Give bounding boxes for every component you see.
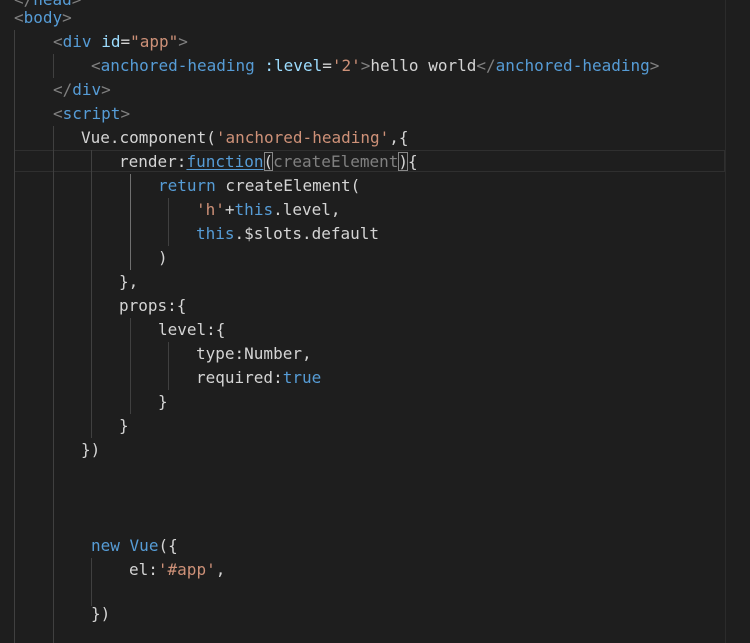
code-line[interactable]: 'h'+this.level, xyxy=(196,198,341,222)
indent-guide xyxy=(168,342,169,390)
code-line[interactable]: <anchored-heading :level='2'>hello world… xyxy=(91,54,659,78)
code-token: body xyxy=(23,8,63,27)
code-token: level:{ xyxy=(158,320,226,339)
code-token: Vue xyxy=(129,536,159,555)
code-token: render: xyxy=(119,152,187,171)
code-line[interactable]: }) xyxy=(91,602,110,626)
code-token: anchored-heading xyxy=(495,56,650,75)
code-token: </ xyxy=(53,80,73,99)
code-token: ( xyxy=(263,152,274,171)
code-token: '#app' xyxy=(157,560,216,579)
code-line[interactable]: }) xyxy=(81,438,100,462)
code-token: }, xyxy=(119,272,139,291)
code-token: > xyxy=(360,56,371,75)
code-line[interactable]: render:function(createElement){ xyxy=(119,150,418,174)
code-token: required: xyxy=(196,368,283,387)
code-token: return xyxy=(158,176,216,195)
code-line[interactable]: } xyxy=(119,414,129,438)
code-line[interactable]: ) xyxy=(158,246,168,270)
code-token: } xyxy=(119,416,129,435)
code-token: > xyxy=(62,8,72,27)
code-token: div xyxy=(62,32,92,51)
code-token: createElement( xyxy=(215,176,361,195)
code-token: 'anchored-heading' xyxy=(215,128,390,147)
code-token: }) xyxy=(81,440,101,459)
indent-guide xyxy=(53,126,54,643)
code-token: script xyxy=(62,104,121,123)
code-token: } xyxy=(158,392,168,411)
code-line[interactable]: </div> xyxy=(53,78,111,102)
code-line[interactable]: <div id="app"> xyxy=(53,30,188,54)
code-token: Vue.component( xyxy=(81,128,216,147)
code-line[interactable]: required:true xyxy=(196,366,321,390)
code-token: new xyxy=(91,536,120,555)
code-token: ) xyxy=(398,152,409,171)
code-token: 'h' xyxy=(196,200,225,219)
code-token: hello world xyxy=(370,56,477,75)
code-token: createElement xyxy=(273,152,399,171)
code-line[interactable]: <script> xyxy=(53,102,130,126)
code-token: < xyxy=(53,32,63,51)
code-token: :level xyxy=(264,56,323,75)
code-editor[interactable]: </head> <body> <div id="app"> <anchored-… xyxy=(0,0,750,643)
code-token: }) xyxy=(91,604,111,623)
editor-right-border xyxy=(725,0,726,643)
indent-guide xyxy=(53,54,54,78)
code-token: < xyxy=(91,56,101,75)
code-line[interactable]: props:{ xyxy=(119,294,186,318)
code-line[interactable]: new Vue({ xyxy=(91,534,178,558)
code-token: , xyxy=(215,560,226,579)
code-token: < xyxy=(53,104,63,123)
code-line[interactable]: <body> xyxy=(14,6,72,30)
code-token: ({ xyxy=(158,536,178,555)
code-line[interactable]: Vue.component('anchored-heading',{ xyxy=(81,126,409,150)
code-token: > xyxy=(120,104,131,123)
code-line[interactable]: type:Number, xyxy=(196,342,312,366)
code-token: function xyxy=(186,152,264,171)
code-token: '2' xyxy=(331,56,361,75)
code-token: "app" xyxy=(130,32,179,51)
code-token: = xyxy=(120,32,131,51)
code-token: + xyxy=(224,200,235,219)
code-token: div xyxy=(72,80,102,99)
code-token: > xyxy=(72,0,82,9)
indent-guide xyxy=(91,558,92,582)
code-token: .level, xyxy=(273,200,341,219)
code-token: ) xyxy=(158,248,168,267)
code-line[interactable]: return createElement( xyxy=(158,174,360,198)
code-token: < xyxy=(14,8,24,27)
code-line[interactable]: }, xyxy=(119,270,138,294)
code-token: > xyxy=(649,56,660,75)
code-line[interactable]: } xyxy=(158,390,168,414)
code-token: anchored-heading xyxy=(100,56,255,75)
code-token: .$slots.default xyxy=(234,224,380,243)
code-token: > xyxy=(178,32,188,51)
indent-guide xyxy=(91,150,92,438)
code-token: this xyxy=(196,224,235,243)
indent-guide-active xyxy=(130,174,131,270)
indent-guide xyxy=(130,318,131,414)
code-line[interactable]: this.$slots.default xyxy=(196,222,379,246)
indent-guide xyxy=(14,30,15,643)
code-token: ,{ xyxy=(389,128,409,147)
code-token: el: xyxy=(129,560,158,579)
indent-guide xyxy=(168,198,169,246)
code-token: </ xyxy=(476,56,496,75)
code-line[interactable]: el:'#app', xyxy=(129,558,225,582)
code-token: id xyxy=(101,32,121,51)
code-token: type:Number, xyxy=(196,344,312,363)
code-token: { xyxy=(408,152,418,171)
code-token: this xyxy=(234,200,274,219)
code-line[interactable]: level:{ xyxy=(158,318,225,342)
code-token: true xyxy=(282,368,322,387)
code-token: = xyxy=(322,56,332,75)
code-token: props:{ xyxy=(119,296,187,315)
code-token: > xyxy=(101,80,111,99)
